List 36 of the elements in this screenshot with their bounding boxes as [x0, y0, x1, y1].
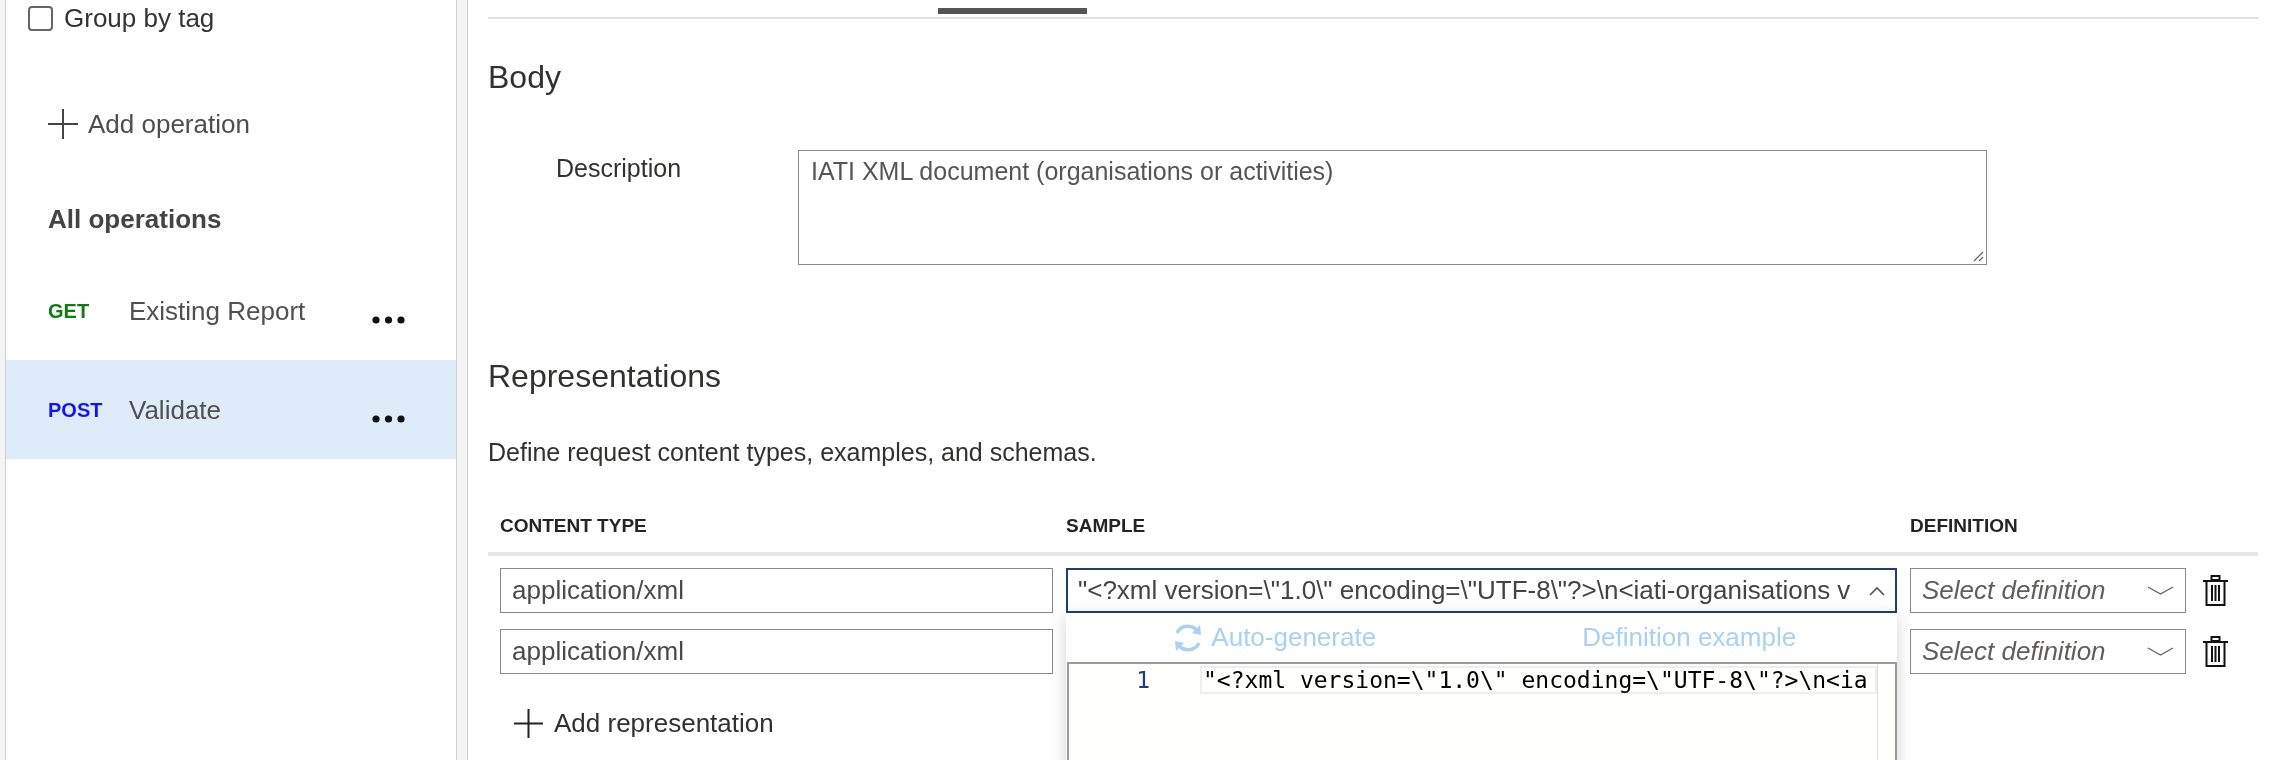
- operation-name: Existing Report: [129, 295, 306, 326]
- column-header: CONTENT TYPE: [500, 514, 647, 538]
- definition-select[interactable]: Select definition: [1910, 629, 2186, 674]
- operation-item[interactable]: POST Validate: [6, 360, 456, 459]
- more-icon[interactable]: [372, 315, 405, 324]
- http-method-label: POST: [48, 397, 103, 422]
- add-operation-button[interactable]: Add operation: [48, 100, 250, 148]
- plus-icon: [48, 109, 78, 139]
- content-type-field[interactable]: application/xml: [500, 629, 1053, 674]
- trash-icon[interactable]: [2203, 575, 2228, 606]
- trash-icon[interactable]: [2203, 636, 2228, 667]
- more-icon[interactable]: [372, 414, 405, 423]
- resize-grip-icon[interactable]: [1972, 250, 1984, 262]
- operation-item[interactable]: GET Existing Report: [6, 261, 456, 360]
- column-header: SAMPLE: [1066, 514, 1146, 538]
- sample-field[interactable]: "<?xml version=\"1.0\" encoding=\"UTF-8\"?>\n<iati-organisations v: [1066, 568, 1897, 613]
- content-type-field[interactable]: application/xml: [500, 568, 1053, 613]
- description-field[interactable]: IATI XML document (organisations or activities): [798, 150, 1987, 265]
- column-header: DEFINITION: [1910, 514, 2018, 538]
- definition-select[interactable]: Select definition: [1910, 568, 2186, 613]
- chevron-down-icon: [2147, 586, 2174, 595]
- checkbox-label[interactable]: Group by tag: [64, 3, 215, 33]
- section-heading: Body: [488, 58, 561, 97]
- http-method-label: GET: [48, 298, 90, 323]
- checkbox[interactable]: [28, 5, 53, 31]
- plus-icon: [514, 708, 543, 738]
- chevron-down-icon: [2147, 647, 2174, 656]
- description-label: Description: [556, 153, 682, 183]
- section-description: Define request content types, examples, and schemas.: [488, 437, 1097, 467]
- line-number: 1: [1136, 667, 1150, 693]
- operation-name: Validate: [129, 394, 222, 425]
- chevron-up-icon[interactable]: [1869, 585, 1885, 596]
- code-editor[interactable]: 1 "<?xml version=\"1.0\" encoding=\"UTF-8\"?>\n<ia: [1067, 662, 1897, 760]
- add-representation-button[interactable]: Add representation: [514, 703, 774, 743]
- all-operations-item[interactable]: All operations: [48, 195, 222, 243]
- section-heading: Representations: [488, 357, 722, 396]
